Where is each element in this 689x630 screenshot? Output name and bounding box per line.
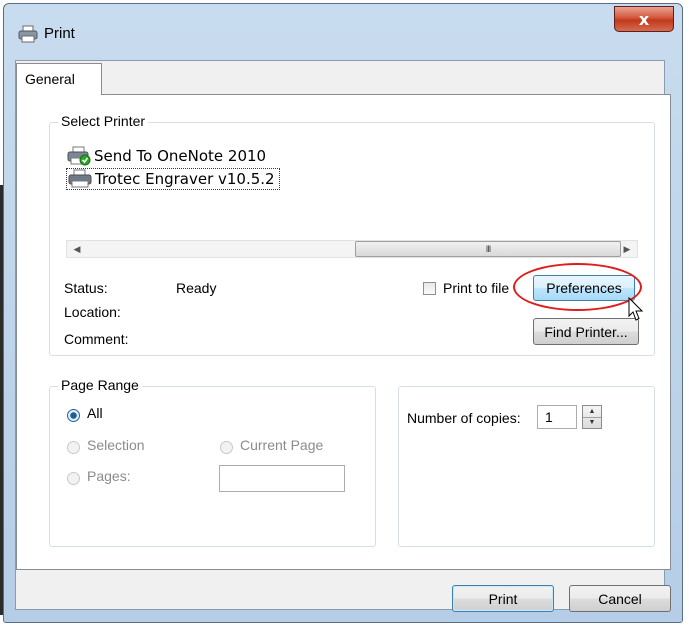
cancel-button[interactable]: Cancel: [569, 585, 671, 612]
window-title: Print: [44, 25, 75, 42]
print-to-file-label[interactable]: Print to file: [443, 280, 509, 296]
find-printer-button-label: Find Printer...: [544, 323, 628, 340]
pages-radio[interactable]: [67, 472, 80, 485]
current-page-radio-label[interactable]: Current Page: [240, 437, 323, 453]
printer-name: Send To OneNote 2010: [94, 147, 267, 165]
scrollbar-thumb[interactable]: III: [355, 241, 621, 257]
tab-general-label: General: [25, 71, 75, 87]
title-bar[interactable]: Print x: [4, 4, 682, 56]
print-button[interactable]: Print: [452, 585, 554, 612]
print-to-file-checkbox[interactable]: [423, 282, 436, 295]
onenote-printer-icon: [67, 146, 91, 166]
preferences-button-label: Preferences: [546, 280, 622, 296]
selection-radio[interactable]: [67, 441, 80, 454]
scroll-right-icon[interactable]: ▶: [619, 241, 635, 257]
status-label: Status:: [64, 280, 108, 296]
status-value: Ready: [176, 280, 217, 296]
pages-radio-label[interactable]: Pages:: [87, 468, 131, 484]
select-printer-group-label: Select Printer: [58, 113, 149, 129]
cancel-button-label: Cancel: [598, 590, 642, 607]
printer-icon: [18, 25, 38, 43]
print-button-label: Print: [488, 590, 518, 607]
close-button[interactable]: x: [614, 6, 674, 32]
current-page-radio[interactable]: [220, 441, 233, 454]
scrollbar-grip: III: [485, 244, 491, 254]
copies-input-value: 1: [545, 409, 553, 425]
location-label: Location:: [64, 304, 121, 320]
mouse-cursor-icon: [628, 296, 643, 321]
preferences-button[interactable]: Preferences: [533, 275, 635, 301]
selection-radio-label[interactable]: Selection: [87, 437, 145, 453]
pages-input[interactable]: [219, 465, 345, 492]
copies-spinner[interactable]: ▲ ▼: [582, 405, 602, 429]
spin-down-icon[interactable]: ▼: [583, 417, 601, 428]
printer-name: Trotec Engraver v10.5.2: [95, 170, 275, 188]
printer-icon: [68, 169, 92, 188]
comment-label: Comment:: [64, 331, 129, 347]
scroll-left-icon[interactable]: ◀: [69, 241, 85, 257]
copies-label: Number of copies:: [407, 410, 521, 426]
list-item[interactable]: Send To OneNote 2010: [66, 145, 266, 167]
close-icon: x: [638, 9, 650, 29]
all-radio[interactable]: [67, 409, 80, 422]
page-range-group-label: Page Range: [58, 377, 142, 393]
printer-list-scrollbar[interactable]: ◀ III ▶: [66, 240, 638, 258]
copies-input[interactable]: 1: [537, 405, 577, 429]
list-item[interactable]: Trotec Engraver v10.5.2: [66, 168, 280, 190]
tab-general[interactable]: General: [16, 63, 102, 95]
all-radio-label[interactable]: All: [87, 405, 103, 421]
